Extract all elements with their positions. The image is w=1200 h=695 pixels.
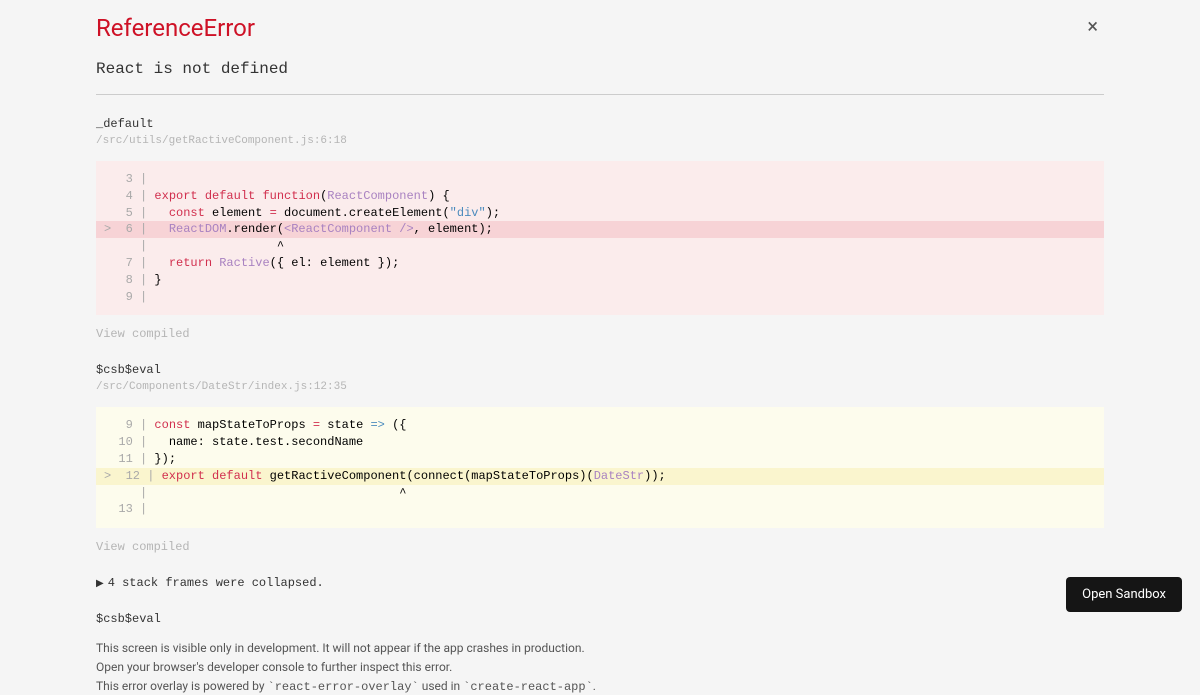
close-button[interactable]: × (1081, 14, 1104, 38)
frame-location: /src/Components/DateStr/index.js:12:35 (96, 381, 1104, 393)
footer-note: This screen is visible only in developme… (96, 640, 1104, 695)
frame-function-name: $csb$eval (96, 612, 1104, 626)
code-snippet: 9 | const mapStateToProps = state => ({ … (96, 407, 1104, 528)
error-message: React is not defined (96, 60, 1104, 78)
frame-function-name: _default (96, 117, 1104, 131)
open-sandbox-button[interactable]: Open Sandbox (1066, 577, 1182, 612)
divider (96, 94, 1104, 95)
frame-location: /src/utils/getRactiveComponent.js:6:18 (96, 135, 1104, 147)
error-type-heading: ReferenceError (96, 14, 255, 42)
stack-frame-3: $csb$eval (96, 612, 1104, 626)
frame-function-name: $csb$eval (96, 363, 1104, 377)
view-compiled-link[interactable]: View compiled (96, 540, 1104, 554)
code-snippet: 3 | 4 | export default function(ReactCom… (96, 161, 1104, 315)
stack-frame-2: $csb$eval /src/Components/DateStr/index.… (96, 363, 1104, 554)
stack-frame-1: _default /src/utils/getRactiveComponent.… (96, 117, 1104, 341)
collapsed-frames-toggle[interactable]: ▶4 stack frames were collapsed. (96, 576, 1104, 590)
view-compiled-link[interactable]: View compiled (96, 327, 1104, 341)
triangle-right-icon: ▶ (96, 578, 104, 590)
